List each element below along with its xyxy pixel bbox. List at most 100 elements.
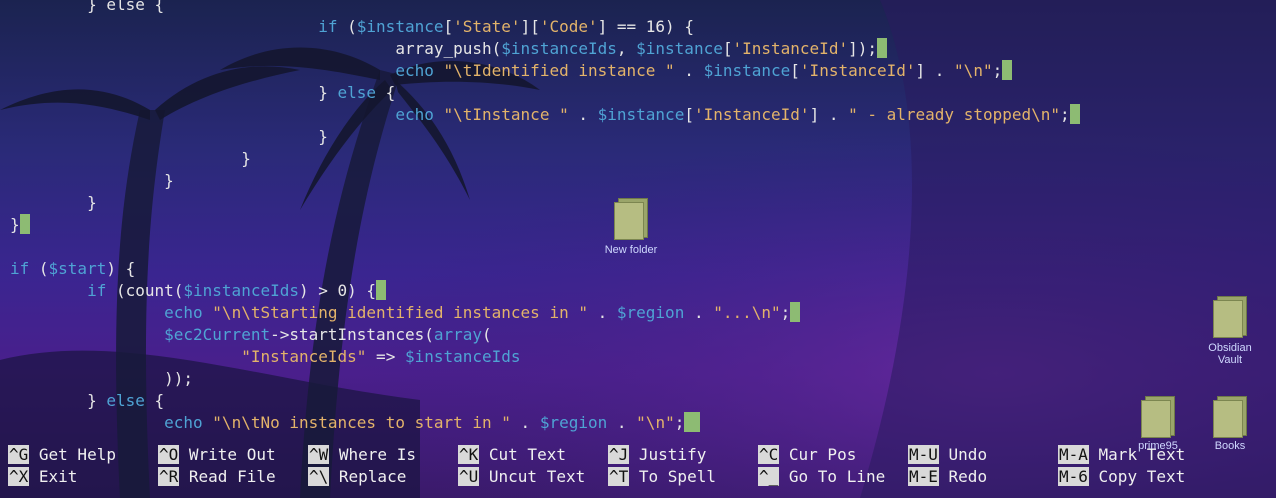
code-token: .	[607, 413, 637, 432]
shortcut-item[interactable]: ^O Write Out	[158, 444, 276, 466]
code-line[interactable]: } else {	[10, 82, 395, 104]
code-line[interactable]: }	[10, 148, 251, 170]
code-token: (count(	[106, 281, 184, 300]
code-token: else	[106, 391, 145, 410]
code-line[interactable]: } else {	[10, 0, 164, 16]
code-token: "InstanceIds"	[10, 347, 367, 366]
code-line[interactable]: $ec2Current->startInstances(array(	[10, 324, 492, 346]
shortcut-key: M-6	[1058, 467, 1089, 486]
shortcut-item[interactable]: ^W Where Is	[308, 444, 416, 466]
code-token: }	[10, 215, 20, 234]
code-token: (	[482, 325, 492, 344]
line-end-marker	[19, 214, 30, 234]
code-token: {	[376, 83, 396, 102]
code-token: "\n"	[954, 61, 993, 80]
shortcut-item[interactable]: ^U Uncut Text	[458, 466, 585, 488]
code-token: if	[10, 17, 338, 36]
code-token: echo	[10, 105, 434, 124]
code-token: "\n\tStarting identified instances in "	[212, 303, 588, 322]
code-line[interactable]: array_push($instanceIds, $instance['Inst…	[10, 38, 887, 60]
code-token: }	[10, 171, 174, 190]
code-token: ;	[992, 61, 1003, 80]
code-line[interactable]: ));	[10, 368, 193, 390]
shortcut-item[interactable]: M-6 Copy Text	[1058, 466, 1185, 488]
shortcut-item[interactable]: ^X Exit	[8, 466, 77, 488]
code-token: .	[568, 105, 598, 124]
shortcut-item[interactable]: ^K Cut Text	[458, 444, 566, 466]
shortcut-key: ^_	[758, 467, 780, 486]
shortcut-key: ^T	[608, 467, 630, 486]
code-line[interactable]: echo "\n\tNo instances to start in " . $…	[10, 412, 701, 434]
code-token: ->startInstances(	[270, 325, 434, 344]
folder-icon	[1213, 296, 1247, 338]
code-token: }	[10, 193, 97, 212]
shortcut-item[interactable]: M-U Undo	[908, 444, 987, 466]
shortcut-item[interactable]: ^G Get Help	[8, 444, 116, 466]
code-token: $instanceIds	[183, 281, 299, 300]
shortcut-label: Undo	[938, 445, 988, 464]
code-token: $start	[48, 259, 107, 278]
code-token: $ec2Current	[10, 325, 271, 344]
shortcut-item[interactable]: ^\ Replace	[308, 466, 406, 488]
folder-icon	[1141, 396, 1175, 438]
code-line[interactable]: if ($start) {	[10, 258, 135, 280]
desktop-icon-label: Vault	[1217, 354, 1243, 366]
folder-icon	[1213, 396, 1247, 438]
shortcut-item[interactable]: ^R Read File	[158, 466, 276, 488]
code-line[interactable]: } else {	[10, 390, 164, 412]
shortcut-key: ^X	[8, 467, 30, 486]
code-line[interactable]: if (count($instanceIds) > 0) {	[10, 280, 387, 302]
shortcut-item[interactable]: ^T To Spell	[608, 466, 716, 488]
code-token: "\n\tNo instances to start in "	[212, 413, 511, 432]
code-token: $region	[616, 303, 685, 322]
line-end-marker	[1002, 60, 1013, 80]
shortcut-label: Cur Pos	[779, 445, 857, 464]
code-token: "\n"	[636, 413, 675, 432]
code-token: }	[10, 127, 328, 146]
shortcut-key: ^J	[608, 445, 630, 464]
code-token: "\tIdentified instance "	[443, 61, 675, 80]
code-token: $instanceIds	[404, 347, 521, 366]
desktop-icon-partial[interactable]: prime95	[1130, 396, 1186, 452]
code-token: ;	[1060, 105, 1070, 124]
code-line[interactable]: echo "\n\tStarting identified instances …	[10, 302, 801, 324]
code-line[interactable]: echo "\tInstance " . $instance['Instance…	[10, 104, 1080, 126]
shortcut-label: Write Out	[179, 445, 276, 464]
code-line[interactable]: }	[10, 126, 328, 148]
code-token: $instance	[703, 61, 791, 80]
text-cursor	[684, 412, 701, 432]
code-token: ) {	[106, 259, 136, 278]
code-line[interactable]: if ($instance['State']['Code'] == 16) {	[10, 16, 694, 38]
line-end-marker	[876, 38, 887, 58]
shortcut-item[interactable]: ^J Justify	[608, 444, 706, 466]
code-token: if	[10, 281, 107, 300]
shortcut-key: ^\	[308, 467, 330, 486]
shortcut-key: ^R	[158, 467, 180, 486]
desktop-icon-label: Books	[1214, 440, 1246, 452]
shortcut-item[interactable]: ^C Cur Pos	[758, 444, 856, 466]
shortcut-key: ^G	[8, 445, 30, 464]
desktop-icon-books[interactable]: Books	[1200, 396, 1260, 452]
shortcut-label: Uncut Text	[479, 467, 586, 486]
code-line[interactable]: }	[10, 192, 97, 214]
code-line[interactable]: }	[10, 214, 30, 236]
desktop-icon-obsidian-vault[interactable]: Obsidian Vault	[1198, 296, 1262, 366]
code-token: $instance	[356, 17, 444, 36]
line-end-marker	[790, 302, 801, 322]
code-token: 'State'	[453, 17, 521, 36]
code-line[interactable]: echo "\tIdentified instance " . $instanc…	[10, 60, 1013, 82]
shortcut-item[interactable]: ^_ Go To Line	[758, 466, 885, 488]
code-token: $instance	[597, 105, 685, 124]
code-token: 'InstanceId'	[799, 61, 916, 80]
code-line[interactable]: }	[10, 170, 174, 192]
code-token: .	[587, 303, 617, 322]
code-line[interactable]: "InstanceIds" => $instanceIds	[10, 346, 521, 368]
code-token: if	[10, 259, 30, 278]
shortcut-item[interactable]: M-E Redo	[908, 466, 987, 488]
desktop-icon-label: prime95	[1138, 440, 1178, 452]
desktop-icon-new-folder[interactable]: New folder	[598, 198, 664, 256]
code-token: ;	[674, 413, 685, 432]
code-token: {	[144, 391, 165, 410]
shortcut-label: Go To Line	[779, 467, 886, 486]
